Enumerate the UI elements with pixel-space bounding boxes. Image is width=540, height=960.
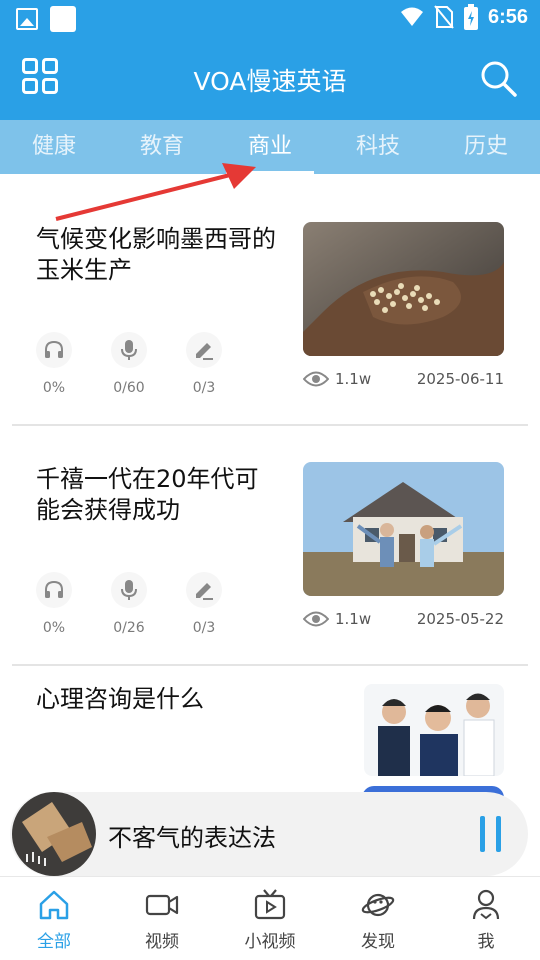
nav-label: 我 <box>477 932 495 952</box>
tab-technology[interactable]: 科技 <box>324 120 432 174</box>
view-count: 1.1w <box>335 370 372 388</box>
write-progress: 0/3 <box>192 620 216 636</box>
video-camera-icon <box>145 894 179 916</box>
article-card[interactable]: 心理咨询是什么 <box>12 666 528 796</box>
listen-progress: 0% <box>42 380 66 396</box>
player-title[interactable]: 不客气的表达法 <box>108 818 276 853</box>
nav-item-discover[interactable]: 发现 <box>324 877 432 960</box>
nav-item-all[interactable]: 全部 <box>0 877 108 960</box>
pause-button[interactable] <box>476 816 506 852</box>
edit-icon[interactable] <box>186 572 222 608</box>
headphones-icon[interactable] <box>36 332 72 368</box>
article-meta: 1.1w 2025-05-22 <box>303 610 504 628</box>
listen-progress: 0% <box>42 620 66 636</box>
article-meta: 1.1w 2025-06-11 <box>303 370 504 388</box>
nav-item-short-video[interactable]: 小视频 <box>216 877 324 960</box>
article-thumbnail[interactable] <box>303 222 504 356</box>
article-card[interactable]: 千禧一代在20年代可能会获得成功 0% 0/26 0/3 1.1w 2025-0… <box>12 426 528 666</box>
eye-icon <box>303 611 329 627</box>
nav-item-video[interactable]: 视频 <box>108 877 216 960</box>
nav-label: 小视频 <box>244 932 296 952</box>
article-title[interactable]: 气候变化影响墨西哥的玉米生产 <box>36 224 281 286</box>
article-card[interactable]: 气候变化影响墨西哥的玉米生产 0% 0/60 0/3 1.1w 2025-06-… <box>12 174 528 426</box>
microphone-icon[interactable] <box>111 332 147 368</box>
battery-icon <box>463 4 478 30</box>
article-stats: 0% 0/26 0/3 <box>36 572 261 636</box>
app-header: VOA慢速英语 <box>0 36 540 120</box>
nav-label: 视频 <box>145 932 179 952</box>
category-tabs: 健康 教育 商业 科技 历史 <box>0 120 540 174</box>
mini-player[interactable]: 不客气的表达法 <box>10 792 528 876</box>
status-time: 6:56 <box>487 5 528 28</box>
speak-progress: 0/26 <box>113 620 145 636</box>
tab-business[interactable]: 商业 <box>216 120 324 174</box>
article-stats: 0% 0/60 0/3 <box>36 332 261 396</box>
write-progress: 0/3 <box>192 380 216 396</box>
status-bar: 6:56 <box>0 0 540 36</box>
article-title[interactable]: 千禧一代在20年代可能会获得成功 <box>36 464 281 526</box>
tab-history[interactable]: 历史 <box>432 120 540 174</box>
no-sim-icon <box>434 5 454 29</box>
edit-icon[interactable] <box>186 332 222 368</box>
eye-icon <box>303 371 329 387</box>
nav-item-me[interactable]: 我 <box>432 877 540 960</box>
bottom-navigation: 全部 视频 小视频 发现 我 <box>0 876 540 960</box>
app-title: VOA慢速英语 <box>193 67 347 96</box>
app-notification-icon <box>50 6 76 32</box>
publish-date: 2025-05-22 <box>416 610 504 628</box>
nav-label: 全部 <box>37 932 71 952</box>
publish-date: 2025-06-11 <box>416 370 504 388</box>
nav-label: 发现 <box>361 932 395 952</box>
user-icon <box>472 889 500 920</box>
article-thumbnail[interactable] <box>303 462 504 596</box>
article-title[interactable]: 心理咨询是什么 <box>36 684 281 715</box>
article-thumbnail[interactable] <box>364 684 504 776</box>
view-count: 1.1w <box>335 610 372 628</box>
tab-education[interactable]: 教育 <box>108 120 216 174</box>
headphones-icon[interactable] <box>36 572 72 608</box>
home-icon <box>39 890 69 920</box>
planet-icon <box>361 893 395 917</box>
wifi-icon <box>400 7 423 26</box>
speak-progress: 0/60 <box>113 380 145 396</box>
microphone-icon[interactable] <box>111 572 147 608</box>
tv-play-icon <box>254 889 286 920</box>
search-icon[interactable] <box>478 58 518 98</box>
image-notification-icon <box>16 8 38 30</box>
tab-health[interactable]: 健康 <box>0 120 108 174</box>
player-cover-image[interactable] <box>12 792 96 876</box>
